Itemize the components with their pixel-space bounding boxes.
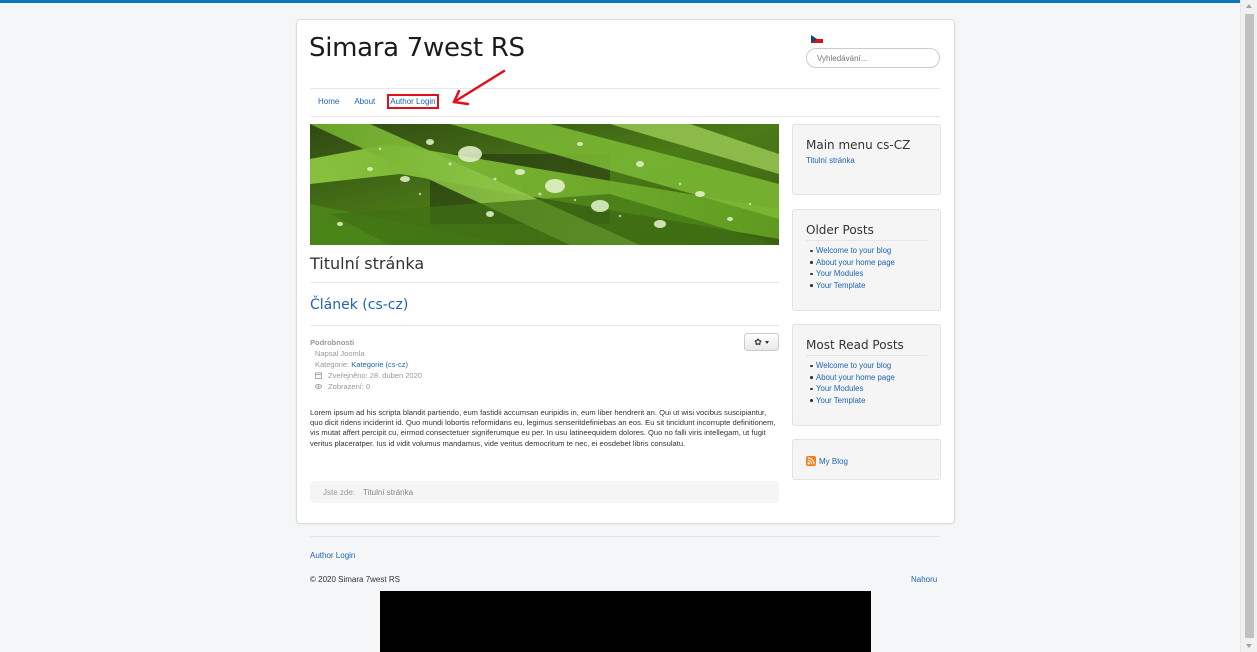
details-label: Podrobnosti [310,338,355,347]
search-input[interactable] [806,48,940,68]
main-menu-link[interactable]: Titulní stránka [806,156,940,165]
scroll-up-icon[interactable] [1246,4,1252,8]
breadcrumb-current: Titulní stránka [363,488,414,497]
older-posts-module: Older Posts Welcome to your blog About y… [792,209,941,311]
most-read-item[interactable]: Your Template [810,395,940,407]
published-date: Zveřejněno: 28. duben 2020 [328,371,422,380]
footer-author-login[interactable]: Author Login [310,551,355,560]
gear-icon: ✿ [754,336,762,347]
article-details: Podrobnosti Napsal Joomla Kategorie: Kat… [310,337,422,392]
footer-divider [310,536,940,537]
scroll-down-icon[interactable] [1246,644,1252,648]
nav-author-login[interactable]: Author Login [387,94,439,109]
nav-about[interactable]: About [354,97,375,106]
most-read-title: Most Read Posts [806,338,904,352]
most-read-divider [806,355,927,356]
header-divider [310,88,940,89]
category-link[interactable]: Kategorie (cs-cz) [351,360,408,369]
rss-label: My Blog [819,456,848,466]
article-tools-button[interactable]: ✿ [744,333,779,351]
details-author: Napsal Joomla [315,349,365,358]
main-menu-module: Main menu cs-CZ Titulní stránka [792,124,941,195]
article-title[interactable]: Článek (cs-cz) [310,297,408,313]
most-read-module: Most Read Posts Welcome to your blog Abo… [792,324,941,426]
site-brand[interactable]: Simara 7west RS [309,33,525,63]
older-post-item[interactable]: Welcome to your blog [810,245,940,257]
older-post-item[interactable]: About your home page [810,257,940,269]
most-read-item[interactable]: Welcome to your blog [810,360,940,372]
scrollbar-thumb[interactable] [1245,14,1254,638]
vertical-scrollbar[interactable] [1240,0,1257,652]
details-category: Kategorie: Kategorie (cs-cz) [310,359,422,370]
details-published: Zveřejněno: 28. duben 2020 [310,370,422,381]
top-accent-line [0,0,1240,3]
hero-image [310,124,779,245]
rss-icon [806,456,816,466]
main-nav: Home About Author Login [318,94,451,109]
category-label: Kategorie: [315,360,350,369]
red-arrow-annotation [452,69,506,106]
copyright: © 2020 Simara 7west RS [310,575,400,584]
main-menu-title: Main menu cs-CZ [806,138,911,152]
most-read-item[interactable]: Your Modules [810,383,940,395]
most-read-item[interactable]: About your home page [810,372,940,384]
older-post-item[interactable]: Your Template [810,280,940,292]
rss-module: My Blog [792,439,941,480]
redacted-overlay [380,591,871,652]
older-posts-divider [806,240,927,241]
breadcrumb: Jste zde: Titulní stránka [310,481,779,503]
back-to-top-link[interactable]: Nahoru [911,575,937,584]
czech-flag-icon[interactable] [811,35,823,43]
rss-link[interactable]: My Blog [806,456,940,466]
older-posts-title: Older Posts [806,223,874,237]
page-heading: Titulní stránka [310,254,425,273]
article-body: Lorem ipsum ad his scripta blandit parti… [310,408,776,448]
caret-down-icon [764,340,769,344]
breadcrumb-prefix: Jste zde: [323,488,356,497]
older-post-item[interactable]: Your Modules [810,268,940,280]
hits-count: Zobrazení: 0 [328,382,371,391]
eye-icon [315,384,322,389]
heading-divider [310,282,779,283]
nav-home[interactable]: Home [318,97,339,106]
nav-divider [310,116,940,117]
article-title-divider [310,325,779,326]
calendar-icon [315,372,322,379]
details-hits: Zobrazení: 0 [310,381,422,392]
